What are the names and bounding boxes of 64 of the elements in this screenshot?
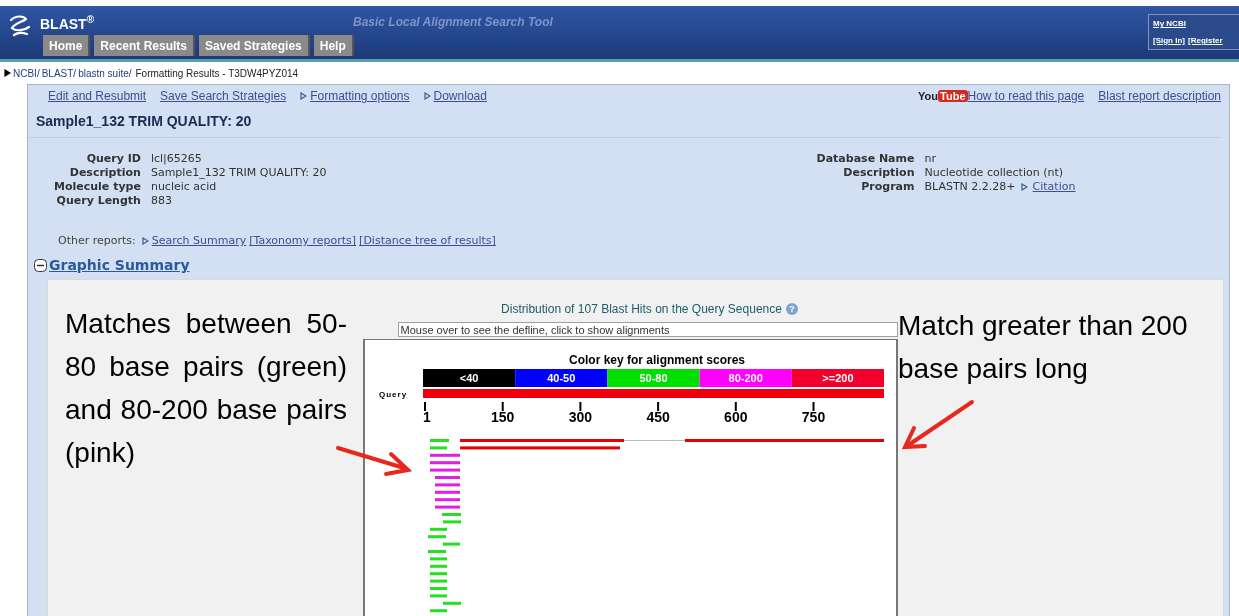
axis-tick: 750 (801, 401, 826, 425)
account-link[interactable]: [Register (1188, 36, 1223, 45)
info-label: Query ID (85, 152, 141, 165)
helix-logo-icon (8, 14, 32, 38)
info-label: Program (860, 180, 915, 193)
info-label: Molecule type (54, 180, 141, 193)
toolbar-link[interactable]: Edit and Resubmit (48, 89, 147, 103)
toolbar-link[interactable]: Download (433, 89, 487, 103)
triangle-icon (4, 69, 11, 77)
color-key-label: 40-50 (547, 372, 576, 384)
breadcrumb-link[interactable]: blastn suite/ (78, 67, 132, 79)
key-title: Color key for alignment scores (568, 353, 746, 367)
axis-tick: 1 (423, 401, 431, 425)
info-value: BLASTN 2.2.28+ (924, 180, 1016, 193)
info-value: nr (924, 152, 936, 165)
triangle-icon (1020, 182, 1028, 191)
info-label: Description (842, 166, 915, 179)
triangle-icon (300, 92, 308, 100)
breadcrumb-link[interactable]: NCBI/ (13, 67, 40, 79)
axis-tick: 150 (491, 401, 515, 425)
nav-tab[interactable]: Home (43, 35, 91, 56)
account-link[interactable]: [Sign In] (1153, 36, 1185, 45)
color-key-label: 50-80 (639, 372, 668, 384)
color-key-label: <40 (459, 372, 479, 384)
toolbar-link[interactable]: Save Search Strategies (160, 89, 287, 103)
info-label: Description (68, 166, 141, 179)
help-link[interactable]: How to read this page (967, 89, 1085, 103)
defline-field: Mouse over to see the defline, click to show alignments (397, 322, 898, 337)
info-value: Sample1_132 TRIM QUALITY: 20 (150, 166, 327, 179)
chart-title: Distribution of 107 Blast Hits on the Query Sequence (501, 302, 782, 316)
logo-text: BLAST$^{®}$ (40, 14, 95, 32)
triangle-icon (423, 92, 431, 100)
info-label: Database Name (816, 152, 915, 165)
tagline: Basic Local Alignment Search Tool (353, 15, 553, 29)
info-value: Nucleotide collection (nt) (924, 166, 1064, 179)
report-link[interactable]: [Taxonomy reports] (249, 234, 357, 247)
info-value: nucleic acid (150, 180, 217, 193)
account-link[interactable]: My NCBI (1153, 19, 1238, 28)
nav-tab[interactable]: Help (313, 35, 354, 56)
triangle-icon (141, 236, 149, 245)
nav-tab[interactable]: Recent Results (94, 35, 196, 56)
info-value: lcl|65265 (150, 152, 202, 165)
breadcrumb-current: Formatting Results - T3DW4PYZ014 (135, 67, 299, 79)
color-key-label: 80-200 (728, 372, 763, 384)
report-link[interactable]: Search Summary (151, 234, 247, 247)
info-label: Query Length (55, 194, 141, 207)
axis-tick: 600 (724, 401, 748, 425)
color-key-label: >=200 (822, 372, 854, 384)
axis-tick: 300 (568, 401, 593, 425)
toolbar-link[interactable]: Formatting options (310, 89, 410, 103)
section-heading-link[interactable]: Graphic Summary (49, 257, 190, 273)
annotation-text: Matches between 50-80 base pairs (green) and 80-200 base pairs (pink) (65, 307, 347, 470)
report-title: Sample1_132 TRIM QUALITY: 20 (28, 103, 1221, 138)
info-value: 883 (150, 194, 172, 207)
axis-tick: 450 (646, 401, 670, 425)
reports-label: Other reports: (58, 234, 136, 247)
citation-link[interactable]: Citation (1032, 180, 1076, 193)
nav-tab[interactable]: Saved Strategies (199, 35, 310, 56)
breadcrumb-link[interactable]: BLAST/ (41, 67, 77, 79)
report-link[interactable]: [Distance tree of results] (359, 234, 496, 247)
query-label: Query (379, 390, 408, 399)
video-logo: You Tube (918, 90, 968, 102)
help-link[interactable]: Blast report description (1098, 89, 1221, 103)
annotation-text: Match greater than 200 base pairs long (898, 309, 1189, 386)
